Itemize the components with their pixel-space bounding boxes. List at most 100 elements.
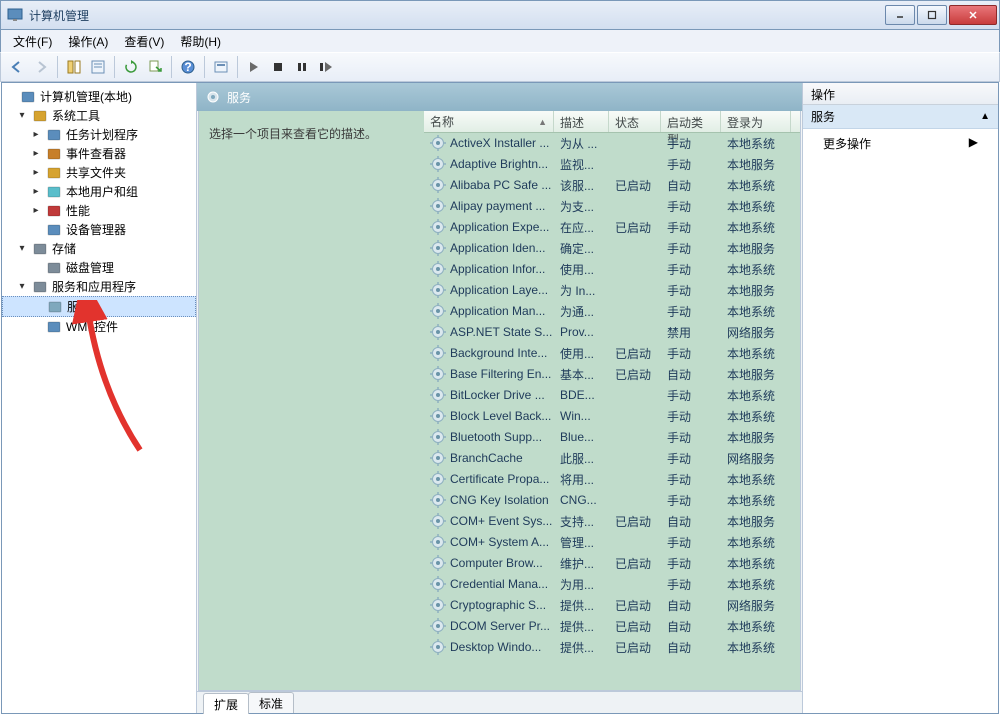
- restart-service-button[interactable]: [314, 55, 338, 79]
- tree-item-计算机管理(本地)[interactable]: 计算机管理(本地): [2, 87, 196, 106]
- service-row[interactable]: Application Infor...使用...手动本地系统: [424, 259, 800, 280]
- service-row[interactable]: Block Level Back...Win...手动本地系统: [424, 406, 800, 427]
- nav-forward-button[interactable]: [29, 55, 53, 79]
- start-service-button[interactable]: [242, 55, 266, 79]
- tree-item-WMI 控件[interactable]: WMI 控件: [2, 317, 196, 336]
- service-row[interactable]: Alipay payment ...为支...手动本地系统: [424, 196, 800, 217]
- service-row[interactable]: Computer Brow...维护...已启动手动本地系统: [424, 553, 800, 574]
- more-actions[interactable]: 更多操作 ▶: [803, 129, 998, 158]
- service-desc: 此服...: [554, 450, 609, 467]
- service-startup: 手动: [661, 156, 721, 173]
- service-row[interactable]: Credential Mana...为用...手动本地系统: [424, 574, 800, 595]
- pause-service-button[interactable]: [290, 55, 314, 79]
- service-desc: 为 In...: [554, 282, 609, 299]
- tree-item-磁盘管理[interactable]: 磁盘管理: [2, 258, 196, 277]
- menu-action[interactable]: 操作(A): [60, 31, 116, 52]
- service-startup: 手动: [661, 345, 721, 362]
- service-login: 本地系统: [721, 135, 791, 152]
- tree-item-共享文件夹[interactable]: 共享文件夹: [2, 163, 196, 182]
- menu-file[interactable]: 文件(F): [5, 31, 60, 52]
- service-row[interactable]: Certificate Propa...将用...手动本地系统: [424, 469, 800, 490]
- service-row[interactable]: Desktop Windo...提供...已启动自动本地系统: [424, 637, 800, 658]
- gear-icon: [430, 366, 446, 382]
- service-row[interactable]: ActiveX Installer ...为从 ...手动本地系统: [424, 133, 800, 154]
- service-row[interactable]: CNG Key IsolationCNG...手动本地系统: [424, 490, 800, 511]
- service-row[interactable]: Alibaba PC Safe ...该服...已启动自动本地系统: [424, 175, 800, 196]
- service-status: 已启动: [609, 219, 661, 236]
- tree-twisty[interactable]: [16, 281, 28, 292]
- service-row[interactable]: Background Inte...使用...已启动手动本地系统: [424, 343, 800, 364]
- tree-twisty[interactable]: [30, 129, 42, 140]
- service-desc: 提供...: [554, 639, 609, 656]
- header-startup[interactable]: 启动类型: [661, 111, 721, 132]
- tab-extended[interactable]: 扩展: [203, 693, 249, 714]
- service-row[interactable]: Application Man...为通...手动本地系统: [424, 301, 800, 322]
- service-login: 本地系统: [721, 345, 791, 362]
- service-status: 已启动: [609, 639, 661, 656]
- service-row[interactable]: ASP.NET State S...Prov...禁用网络服务: [424, 322, 800, 343]
- tree-item-系统工具[interactable]: 系统工具: [2, 106, 196, 125]
- header-name[interactable]: 名称▲: [424, 111, 554, 132]
- gear-icon: [430, 513, 446, 529]
- service-row[interactable]: Application Laye...为 In...手动本地服务: [424, 280, 800, 301]
- view-button[interactable]: [209, 55, 233, 79]
- tree-twisty[interactable]: [30, 167, 42, 178]
- service-row[interactable]: Application Expe...在应...已启动手动本地系统: [424, 217, 800, 238]
- maximize-button[interactable]: [917, 5, 947, 25]
- service-name: Credential Mana...: [450, 577, 548, 591]
- refresh-button[interactable]: [119, 55, 143, 79]
- header-status[interactable]: 状态: [609, 111, 661, 132]
- service-row[interactable]: Base Filtering En...基本...已启动自动本地服务: [424, 364, 800, 385]
- tree-item-性能[interactable]: 性能: [2, 201, 196, 220]
- service-startup: 手动: [661, 555, 721, 572]
- properties-button[interactable]: [86, 55, 110, 79]
- tree-item-服务[interactable]: 服务: [2, 296, 196, 317]
- tree-item-设备管理器[interactable]: 设备管理器: [2, 220, 196, 239]
- menu-help[interactable]: 帮助(H): [172, 31, 229, 52]
- tree-twisty[interactable]: [30, 148, 42, 159]
- service-row[interactable]: Application Iden...确定...手动本地服务: [424, 238, 800, 259]
- service-name: Application Expe...: [450, 220, 549, 234]
- tab-standard[interactable]: 标准: [248, 692, 294, 713]
- service-row[interactable]: COM+ System A...管理...手动本地系统: [424, 532, 800, 553]
- gear-icon: [430, 576, 446, 592]
- tree-item-事件查看器[interactable]: 事件查看器: [2, 144, 196, 163]
- service-startup: 自动: [661, 597, 721, 614]
- export-button[interactable]: [143, 55, 167, 79]
- service-row[interactable]: COM+ Event Sys...支持...已启动自动本地服务: [424, 511, 800, 532]
- menu-view[interactable]: 查看(V): [116, 31, 172, 52]
- service-row[interactable]: DCOM Server Pr...提供...已启动自动本地系统: [424, 616, 800, 637]
- tree-twisty[interactable]: [30, 186, 42, 197]
- tree-twisty[interactable]: [30, 205, 42, 216]
- service-row[interactable]: BitLocker Drive ...BDE...手动本地系统: [424, 385, 800, 406]
- tree-item-本地用户和组[interactable]: 本地用户和组: [2, 182, 196, 201]
- toolbar: ?: [0, 52, 1000, 82]
- tree-item-任务计划程序[interactable]: 任务计划程序: [2, 125, 196, 144]
- tree-item-服务和应用程序[interactable]: 服务和应用程序: [2, 277, 196, 296]
- show-hide-tree-button[interactable]: [62, 55, 86, 79]
- service-startup: 自动: [661, 513, 721, 530]
- actions-section[interactable]: 服务 ▲: [803, 105, 998, 129]
- header-login[interactable]: 登录为: [721, 111, 791, 132]
- close-button[interactable]: [949, 5, 997, 25]
- service-startup: 手动: [661, 303, 721, 320]
- stop-service-button[interactable]: [266, 55, 290, 79]
- help-button[interactable]: ?: [176, 55, 200, 79]
- service-startup: 手动: [661, 198, 721, 215]
- nav-back-button[interactable]: [5, 55, 29, 79]
- list-rows[interactable]: ActiveX Installer ...为从 ...手动本地系统Adaptiv…: [424, 133, 800, 690]
- service-name: ActiveX Installer ...: [450, 136, 549, 150]
- minimize-button[interactable]: [885, 5, 915, 25]
- service-row[interactable]: Bluetooth Supp...Blue...手动本地服务: [424, 427, 800, 448]
- service-name: Alipay payment ...: [450, 199, 545, 213]
- gear-icon: [430, 639, 446, 655]
- tree-item-存储[interactable]: 存储: [2, 239, 196, 258]
- service-row[interactable]: Cryptographic S...提供...已启动自动网络服务: [424, 595, 800, 616]
- gear-icon: [430, 597, 446, 613]
- tree-twisty[interactable]: [16, 243, 28, 254]
- tree-twisty[interactable]: [16, 110, 28, 121]
- tree-label: 本地用户和组: [66, 183, 138, 200]
- service-row[interactable]: BranchCache此服...手动网络服务: [424, 448, 800, 469]
- header-desc[interactable]: 描述: [554, 111, 609, 132]
- service-row[interactable]: Adaptive Brightn...监视...手动本地服务: [424, 154, 800, 175]
